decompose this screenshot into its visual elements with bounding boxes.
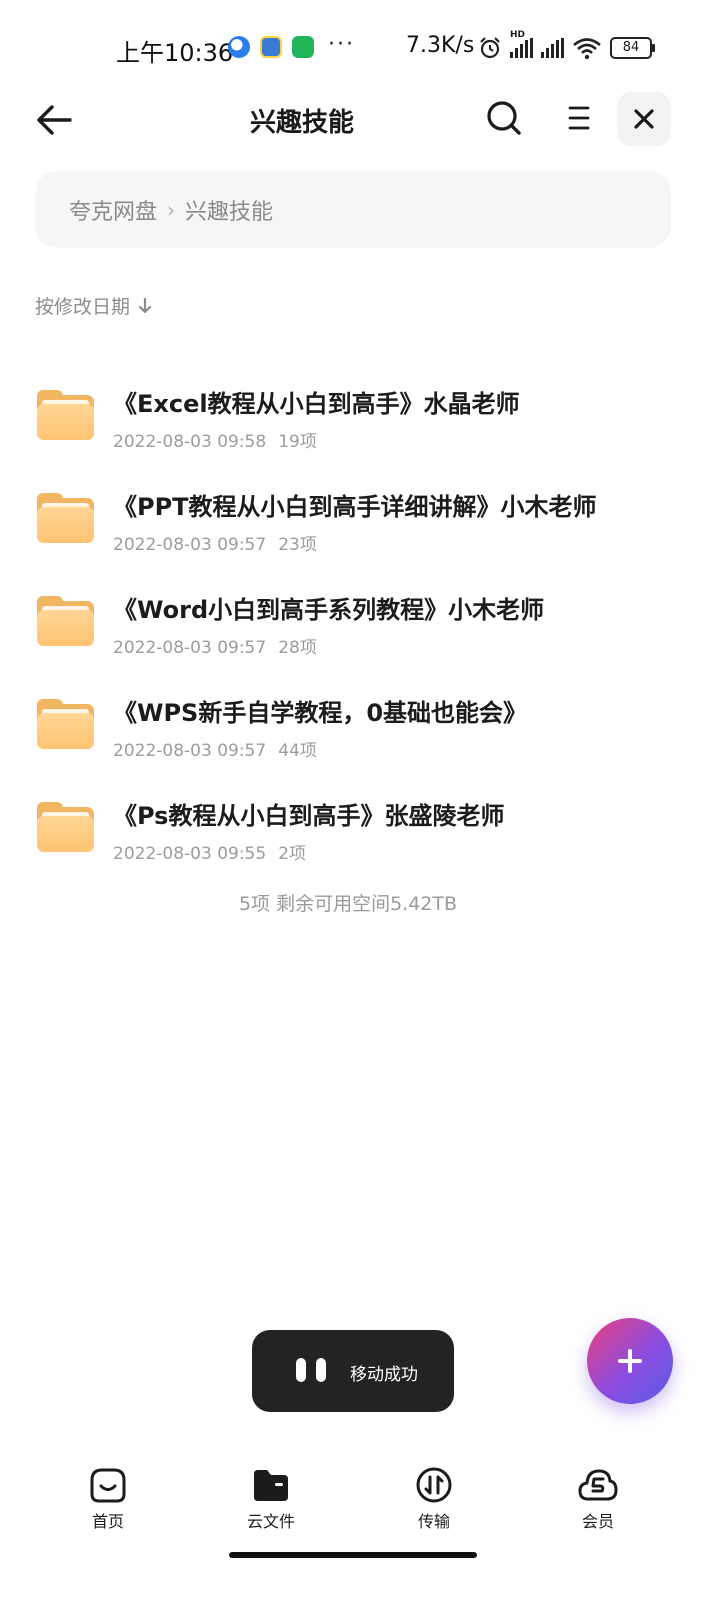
add-button[interactable] <box>587 1318 673 1404</box>
search-icon[interactable] <box>486 100 522 136</box>
network-speed: 7.3K/s <box>406 33 475 58</box>
breadcrumb: 夸克网盘 › 兴趣技能 <box>35 171 671 248</box>
sort-label: 按修改日期 <box>35 296 131 318</box>
folder-name: 《PPT教程从小白到高手详细讲解》小木老师 <box>113 493 597 521</box>
close-icon <box>634 109 654 129</box>
nav-item-cloud-files[interactable]: 云文件 <box>221 1466 321 1532</box>
toast-indicator-icon <box>316 1358 326 1382</box>
more-notifications-icon: ··· <box>328 32 355 57</box>
folder-meta: 2022-08-03 09:57 44项 <box>113 741 317 761</box>
folder-name: 《Excel教程从小白到高手》水晶老师 <box>113 390 520 418</box>
folder-name: 《WPS新手自学教程，0基础也能会》 <box>113 699 528 727</box>
breadcrumb-current: 兴趣技能 <box>185 199 274 225</box>
bottom-nav: 首页 云文件 传输 会员 <box>0 1448 720 1548</box>
sort-selector[interactable]: 按修改日期 <box>35 292 152 319</box>
transfer-icon <box>416 1467 452 1503</box>
folder-meta: 2022-08-03 09:58 19项 <box>113 432 317 452</box>
folder-meta: 2022-08-03 09:57 23项 <box>113 535 317 555</box>
list-menu-icon[interactable] <box>566 104 592 132</box>
folder-item[interactable]: 《Word小白到高手系列教程》小木老师 2022-08-03 09:57 28项 <box>0 574 720 677</box>
breadcrumb-root[interactable]: 夸克网盘 <box>69 194 157 226</box>
home-icon <box>90 1468 126 1503</box>
cloud-files-icon <box>254 1470 288 1501</box>
folder-meta: 2022-08-03 09:57 28项 <box>113 638 317 658</box>
top-bar: 兴趣技能 <box>0 90 720 150</box>
folder-icon <box>37 493 94 543</box>
toast-message: 移动成功 <box>350 1365 418 1385</box>
folder-icon <box>37 802 94 852</box>
status-app-icons <box>228 36 314 58</box>
nav-item-home[interactable]: 首页 <box>58 1466 158 1532</box>
status-bar: 上午10:36 ··· 7.3K/s HD 84 <box>0 0 720 96</box>
green-app-icon <box>292 36 314 58</box>
folder-item[interactable]: 《WPS新手自学教程，0基础也能会》 2022-08-03 09:57 44项 <box>0 677 720 780</box>
nav-item-vip[interactable]: 会员 <box>548 1466 648 1532</box>
chat-app-icon <box>260 36 282 58</box>
status-system-icons: HD 84 <box>478 30 655 60</box>
battery-icon: 84 <box>610 37 655 59</box>
folder-item[interactable]: 《PPT教程从小白到高手详细讲解》小木老师 2022-08-03 09:57 23… <box>0 471 720 574</box>
arrow-down-icon <box>138 297 152 313</box>
vip-icon <box>578 1469 618 1501</box>
signal-icon <box>541 38 564 58</box>
storage-summary: 5项 剩余可用空间5.42TB <box>238 893 458 915</box>
chevron-right-icon: › <box>167 197 176 222</box>
home-indicator[interactable] <box>229 1552 477 1558</box>
folder-meta: 2022-08-03 09:55 2项 <box>113 844 307 864</box>
toast: 移动成功 <box>252 1330 454 1412</box>
nav-item-transfer[interactable]: 传输 <box>384 1466 484 1532</box>
folder-name: 《Word小白到高手系列教程》小木老师 <box>113 596 545 624</box>
toast-indicator-icon <box>296 1358 306 1382</box>
folder-name: 《Ps教程从小白到高手》张盛陵老师 <box>113 802 505 830</box>
alarm-icon <box>480 37 500 59</box>
file-list: 《Excel教程从小白到高手》水晶老师 2022-08-03 09:58 19项 … <box>0 368 720 883</box>
folder-icon <box>37 596 94 646</box>
folder-item[interactable]: 《Excel教程从小白到高手》水晶老师 2022-08-03 09:58 19项 <box>0 368 720 471</box>
signal-hd-icon: HD <box>510 30 533 58</box>
wifi-icon <box>573 38 601 60</box>
browser-app-icon <box>228 36 250 58</box>
close-button[interactable] <box>617 92 671 146</box>
folder-icon <box>37 699 94 749</box>
status-time: 上午10:36 <box>116 39 234 67</box>
folder-item[interactable]: 《Ps教程从小白到高手》张盛陵老师 2022-08-03 09:55 2项 <box>0 780 720 883</box>
folder-icon <box>37 390 94 440</box>
